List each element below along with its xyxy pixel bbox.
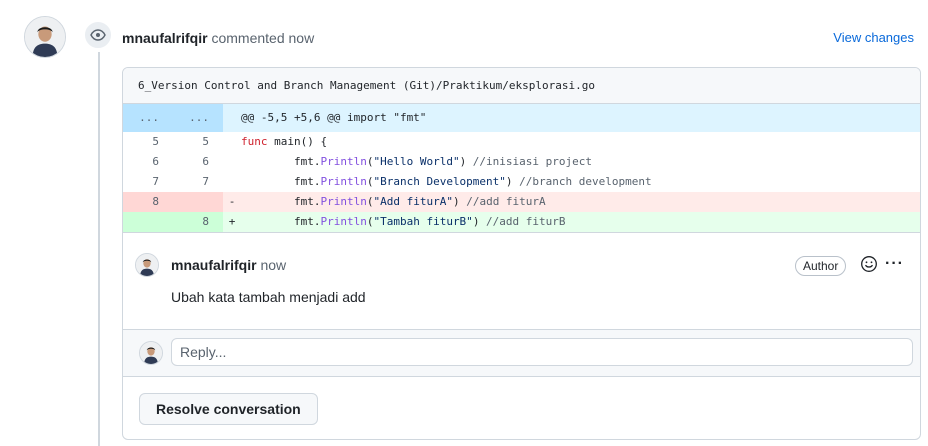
line-number-right[interactable]: 5 — [173, 132, 223, 152]
comment-author[interactable]: mnaufalrifqir — [171, 257, 257, 273]
code-package: fmt. — [293, 155, 321, 168]
reply-bar — [123, 329, 920, 377]
code-text: fmt.Println("Hello World") //inisiasi pr… — [241, 152, 920, 172]
code-paren-close: ) — [452, 195, 460, 208]
line-number-left[interactable]: 5 — [123, 132, 173, 152]
code-rest: main() { — [267, 135, 328, 148]
avatar-image — [140, 342, 162, 364]
line-number-right[interactable]: 8 — [173, 212, 223, 232]
author-name[interactable]: mnaufalrifqir — [122, 30, 208, 46]
view-changes-link[interactable]: View changes — [833, 28, 914, 48]
line-number-right[interactable]: 7 — [173, 172, 223, 192]
comment-body: Ubah kata tambah menjadi add — [171, 289, 366, 305]
diff-line-deleted: 8 - fmt.Println("Add fiturA") //add fitu… — [123, 192, 920, 212]
diff-sign: - — [228, 195, 236, 208]
diff-sign: + — [228, 215, 236, 228]
code-package: fmt. — [293, 215, 321, 228]
diff-line-added: 8 + fmt.Println("Tambah fiturB") //add f… — [123, 212, 920, 232]
comment-meta: commented now — [211, 30, 315, 46]
diff-sign — [223, 152, 241, 172]
hunk-sign — [223, 104, 241, 132]
code-comment: //inisiasi project — [466, 155, 593, 168]
line-number-left[interactable]: 7 — [123, 172, 173, 192]
code-string: "Branch Development" — [373, 175, 506, 188]
code-function: Println — [320, 215, 367, 228]
review-comment: mnaufalrifqir now Author ··· Ubah kata t… — [123, 232, 920, 329]
user-avatar[interactable] — [24, 16, 66, 58]
code-text: fmt.Println("Tambah fiturB") //add fitur… — [241, 212, 920, 232]
diff-line: 6 6 fmt.Println("Hello World") //inisias… — [123, 152, 920, 172]
diff-table: ... ... @@ -5,5 +5,6 @@ import "fmt" 5 5… — [123, 104, 920, 232]
avatar-image — [25, 17, 65, 57]
code-paren-close: ) — [505, 175, 513, 188]
diff-line: 5 5 func main() { — [123, 132, 920, 152]
diff-line: 7 7 fmt.Println("Branch Development") //… — [123, 172, 920, 192]
author-badge: Author — [795, 256, 847, 276]
hunk-right-expand[interactable]: ... — [173, 104, 223, 132]
code-package: fmt. — [293, 195, 321, 208]
code-string: "Tambah fiturB" — [373, 215, 473, 228]
code-package: fmt. — [293, 175, 321, 188]
line-number-left[interactable]: 6 — [123, 152, 173, 172]
diff-sign — [223, 132, 241, 152]
line-number-left[interactable] — [123, 212, 173, 232]
code-function: Println — [320, 175, 367, 188]
code-comment: //add fiturB — [479, 215, 566, 228]
resolve-conversation-button[interactable]: Resolve conversation — [139, 393, 318, 425]
line-number-left[interactable]: 8 — [123, 192, 173, 212]
line-number-right[interactable]: 6 — [173, 152, 223, 172]
code-string: "Add fiturA" — [373, 195, 453, 208]
review-thread-card: 6_Version Control and Branch Management … — [122, 67, 921, 440]
code-text: func main() { — [241, 132, 920, 152]
code-function: Println — [320, 155, 367, 168]
kebab-menu-icon[interactable]: ··· — [885, 256, 904, 272]
hunk-header-text: @@ -5,5 +5,6 @@ import "fmt" — [241, 111, 427, 124]
file-path[interactable]: 6_Version Control and Branch Management … — [123, 68, 920, 104]
reply-input[interactable] — [171, 338, 913, 366]
code-string: "Hello World" — [373, 155, 460, 168]
comment-header: mnaufalrifqir now — [171, 255, 286, 275]
resolve-section: Resolve conversation — [123, 377, 920, 439]
eye-icon — [83, 20, 113, 50]
diff-hunk-row: ... ... @@ -5,5 +5,6 @@ import "fmt" — [123, 104, 920, 132]
code-keyword: func — [241, 135, 268, 148]
comment-time[interactable]: now — [260, 257, 286, 273]
line-number-right[interactable] — [173, 192, 223, 212]
reply-avatar — [139, 341, 163, 365]
code-text: fmt.Println("Branch Development") //bran… — [241, 172, 920, 192]
avatar-image — [136, 254, 158, 276]
comment-header: mnaufalrifqir commented now View changes — [122, 28, 914, 48]
timeline-line — [98, 52, 100, 446]
code-comment: //branch development — [512, 175, 652, 188]
smiley-icon[interactable] — [860, 255, 878, 273]
code-text: fmt.Println("Add fiturA") //add fiturA — [241, 192, 920, 212]
diff-sign — [223, 172, 241, 192]
code-function: Println — [320, 195, 367, 208]
hunk-left-expand[interactable]: ... — [123, 104, 173, 132]
code-comment: //add fiturA — [459, 195, 546, 208]
comment-avatar[interactable] — [135, 253, 159, 277]
